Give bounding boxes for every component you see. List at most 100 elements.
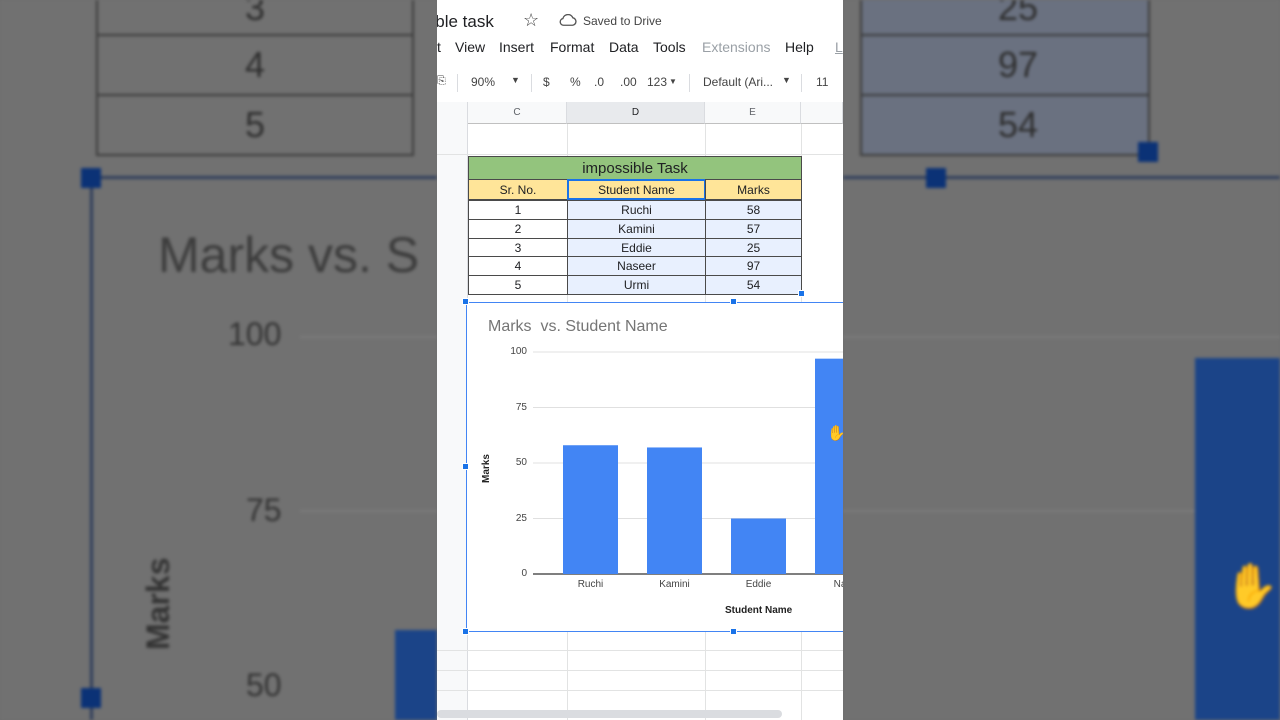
horizontal-scrollbar[interactable]	[437, 710, 782, 718]
bg-mark: 97	[860, 34, 1150, 96]
table-cell[interactable]: 54	[705, 275, 802, 295]
y-tick-label: 25	[515, 512, 527, 524]
title-bar: sible task ☆ Saved to Drive	[437, 0, 843, 38]
font-dropdown-icon[interactable]: ▼	[782, 75, 791, 85]
x-tick-label: Ruchi	[577, 579, 604, 590]
bg-chart-border	[843, 176, 1280, 179]
table-cell[interactable]: 2	[468, 219, 568, 239]
x-axis-label: Student Name	[725, 605, 793, 616]
bg-handle	[926, 168, 946, 188]
y-axis-label: Marks	[481, 454, 492, 483]
toolbar-separator	[689, 74, 690, 92]
bg-row-number: 4	[96, 34, 414, 96]
table-cell[interactable]: 25	[705, 238, 802, 257]
menu-bar: t View Insert Format Data Tools Extensio…	[437, 38, 843, 60]
menu-last-edit[interactable]: L	[835, 39, 843, 55]
grid-line	[437, 650, 843, 651]
y-tick-label: 50	[515, 457, 527, 468]
cloud-icon	[559, 14, 577, 26]
currency-button[interactable]: $	[543, 75, 550, 89]
menu-file[interactable]: t	[437, 39, 441, 55]
bg-bar	[1195, 358, 1280, 720]
bg-handle	[1138, 142, 1158, 162]
header-sr-no[interactable]: Sr. No.	[468, 179, 568, 200]
hand-cursor-icon: ✋	[827, 425, 843, 442]
table-cell[interactable]: 3	[468, 238, 568, 257]
bar-nas[interactable]	[815, 358, 843, 574]
font-select[interactable]: Default (Ari...	[703, 75, 773, 89]
bg-ylabel: Marks	[140, 557, 176, 651]
grid-line	[437, 690, 843, 691]
bg-handle	[81, 688, 101, 708]
menu-view[interactable]: View	[455, 39, 485, 55]
table-cell[interactable]: 1	[468, 200, 568, 220]
bg-chart-border	[90, 176, 437, 179]
column-header-d[interactable]: D	[567, 102, 705, 124]
paint-format-icon[interactable]: ⎘	[437, 75, 446, 88]
star-icon[interactable]: ☆	[523, 10, 539, 31]
bg-mark: 54	[860, 94, 1150, 156]
zoom-select[interactable]: 90%	[471, 75, 495, 89]
bar-ruchi[interactable]	[563, 445, 618, 574]
bg-gridline	[300, 510, 437, 512]
menu-tools[interactable]: Tools	[653, 39, 686, 55]
toolbar-separator	[801, 74, 802, 92]
table-cell[interactable]: Urmi	[567, 275, 706, 295]
resize-handle[interactable]	[462, 628, 469, 635]
table-cell[interactable]: Ruchi	[567, 200, 706, 220]
more-formats-dropdown-icon[interactable]: ▼	[669, 77, 677, 86]
toolbar: ⎘ 90% ▼ $ % .0 .00 123 ▼ Default (Ari...…	[437, 66, 843, 98]
bg-bar	[395, 630, 437, 720]
menu-data[interactable]: Data	[609, 39, 639, 55]
zoom-dropdown-icon[interactable]: ▼	[511, 75, 520, 85]
resize-handle[interactable]	[798, 290, 805, 297]
header-marks[interactable]: Marks	[705, 179, 802, 200]
resize-handle[interactable]	[730, 298, 737, 305]
menu-insert[interactable]: Insert	[499, 39, 534, 55]
table-cell[interactable]: 57	[705, 219, 802, 239]
resize-handle[interactable]	[730, 628, 737, 635]
column-header-e[interactable]: E	[705, 102, 801, 124]
column-header-f[interactable]	[801, 102, 843, 124]
y-tick-label: 75	[515, 401, 527, 413]
grid-line	[437, 670, 843, 671]
increase-decimal-button[interactable]: .00	[620, 75, 637, 89]
table-cell[interactable]: 58	[705, 200, 802, 220]
resize-handle[interactable]	[462, 298, 469, 305]
resize-handle[interactable]	[462, 463, 469, 470]
document-title[interactable]: sible task	[437, 12, 494, 32]
save-status: Saved to Drive	[583, 14, 662, 28]
table-title[interactable]: impossible Task	[468, 156, 802, 180]
table-cell[interactable]: 97	[705, 256, 802, 276]
bg-ytick: 100	[228, 316, 282, 352]
menu-format[interactable]: Format	[550, 39, 594, 55]
menu-extensions[interactable]: Extensions	[702, 39, 770, 55]
bar-kamini[interactable]	[647, 447, 702, 574]
table-cell[interactable]: 4	[468, 256, 568, 276]
y-tick-label: 100	[510, 346, 527, 357]
bg-gridline	[843, 336, 1280, 338]
bg-mark: 25	[860, 0, 1150, 36]
table-cell[interactable]: Kamini	[567, 219, 706, 239]
decrease-decimal-button[interactable]: .0	[594, 75, 604, 89]
table-cell[interactable]: 5	[468, 275, 568, 295]
sheets-app: sible task ☆ Saved to Drive t View Inser…	[437, 0, 843, 720]
more-formats-button[interactable]: 123	[647, 75, 667, 89]
bar-chart[interactable]: Marks vs. Student Name Marks Student Nam…	[466, 302, 843, 632]
bg-hand-icon: ✋	[1224, 562, 1279, 611]
table-cell[interactable]: Eddie	[567, 238, 706, 257]
bg-gridline	[300, 336, 437, 338]
font-size-input[interactable]: 11	[816, 75, 828, 89]
bg-ytick: 75	[246, 492, 282, 528]
header-student-name[interactable]: Student Name	[567, 179, 706, 200]
bg-row-number: 3	[96, 0, 414, 36]
x-tick-label: Eddie	[745, 579, 772, 590]
bg-chart-border	[90, 176, 93, 720]
menu-help[interactable]: Help	[785, 39, 814, 55]
column-header-c[interactable]: C	[468, 102, 567, 124]
percent-button[interactable]: %	[570, 75, 581, 89]
table-cell[interactable]: Naseer	[567, 256, 706, 276]
bar-eddie[interactable]	[731, 518, 786, 575]
bg-row-number: 5	[96, 94, 414, 156]
x-tick-label: Kamini	[659, 579, 690, 590]
